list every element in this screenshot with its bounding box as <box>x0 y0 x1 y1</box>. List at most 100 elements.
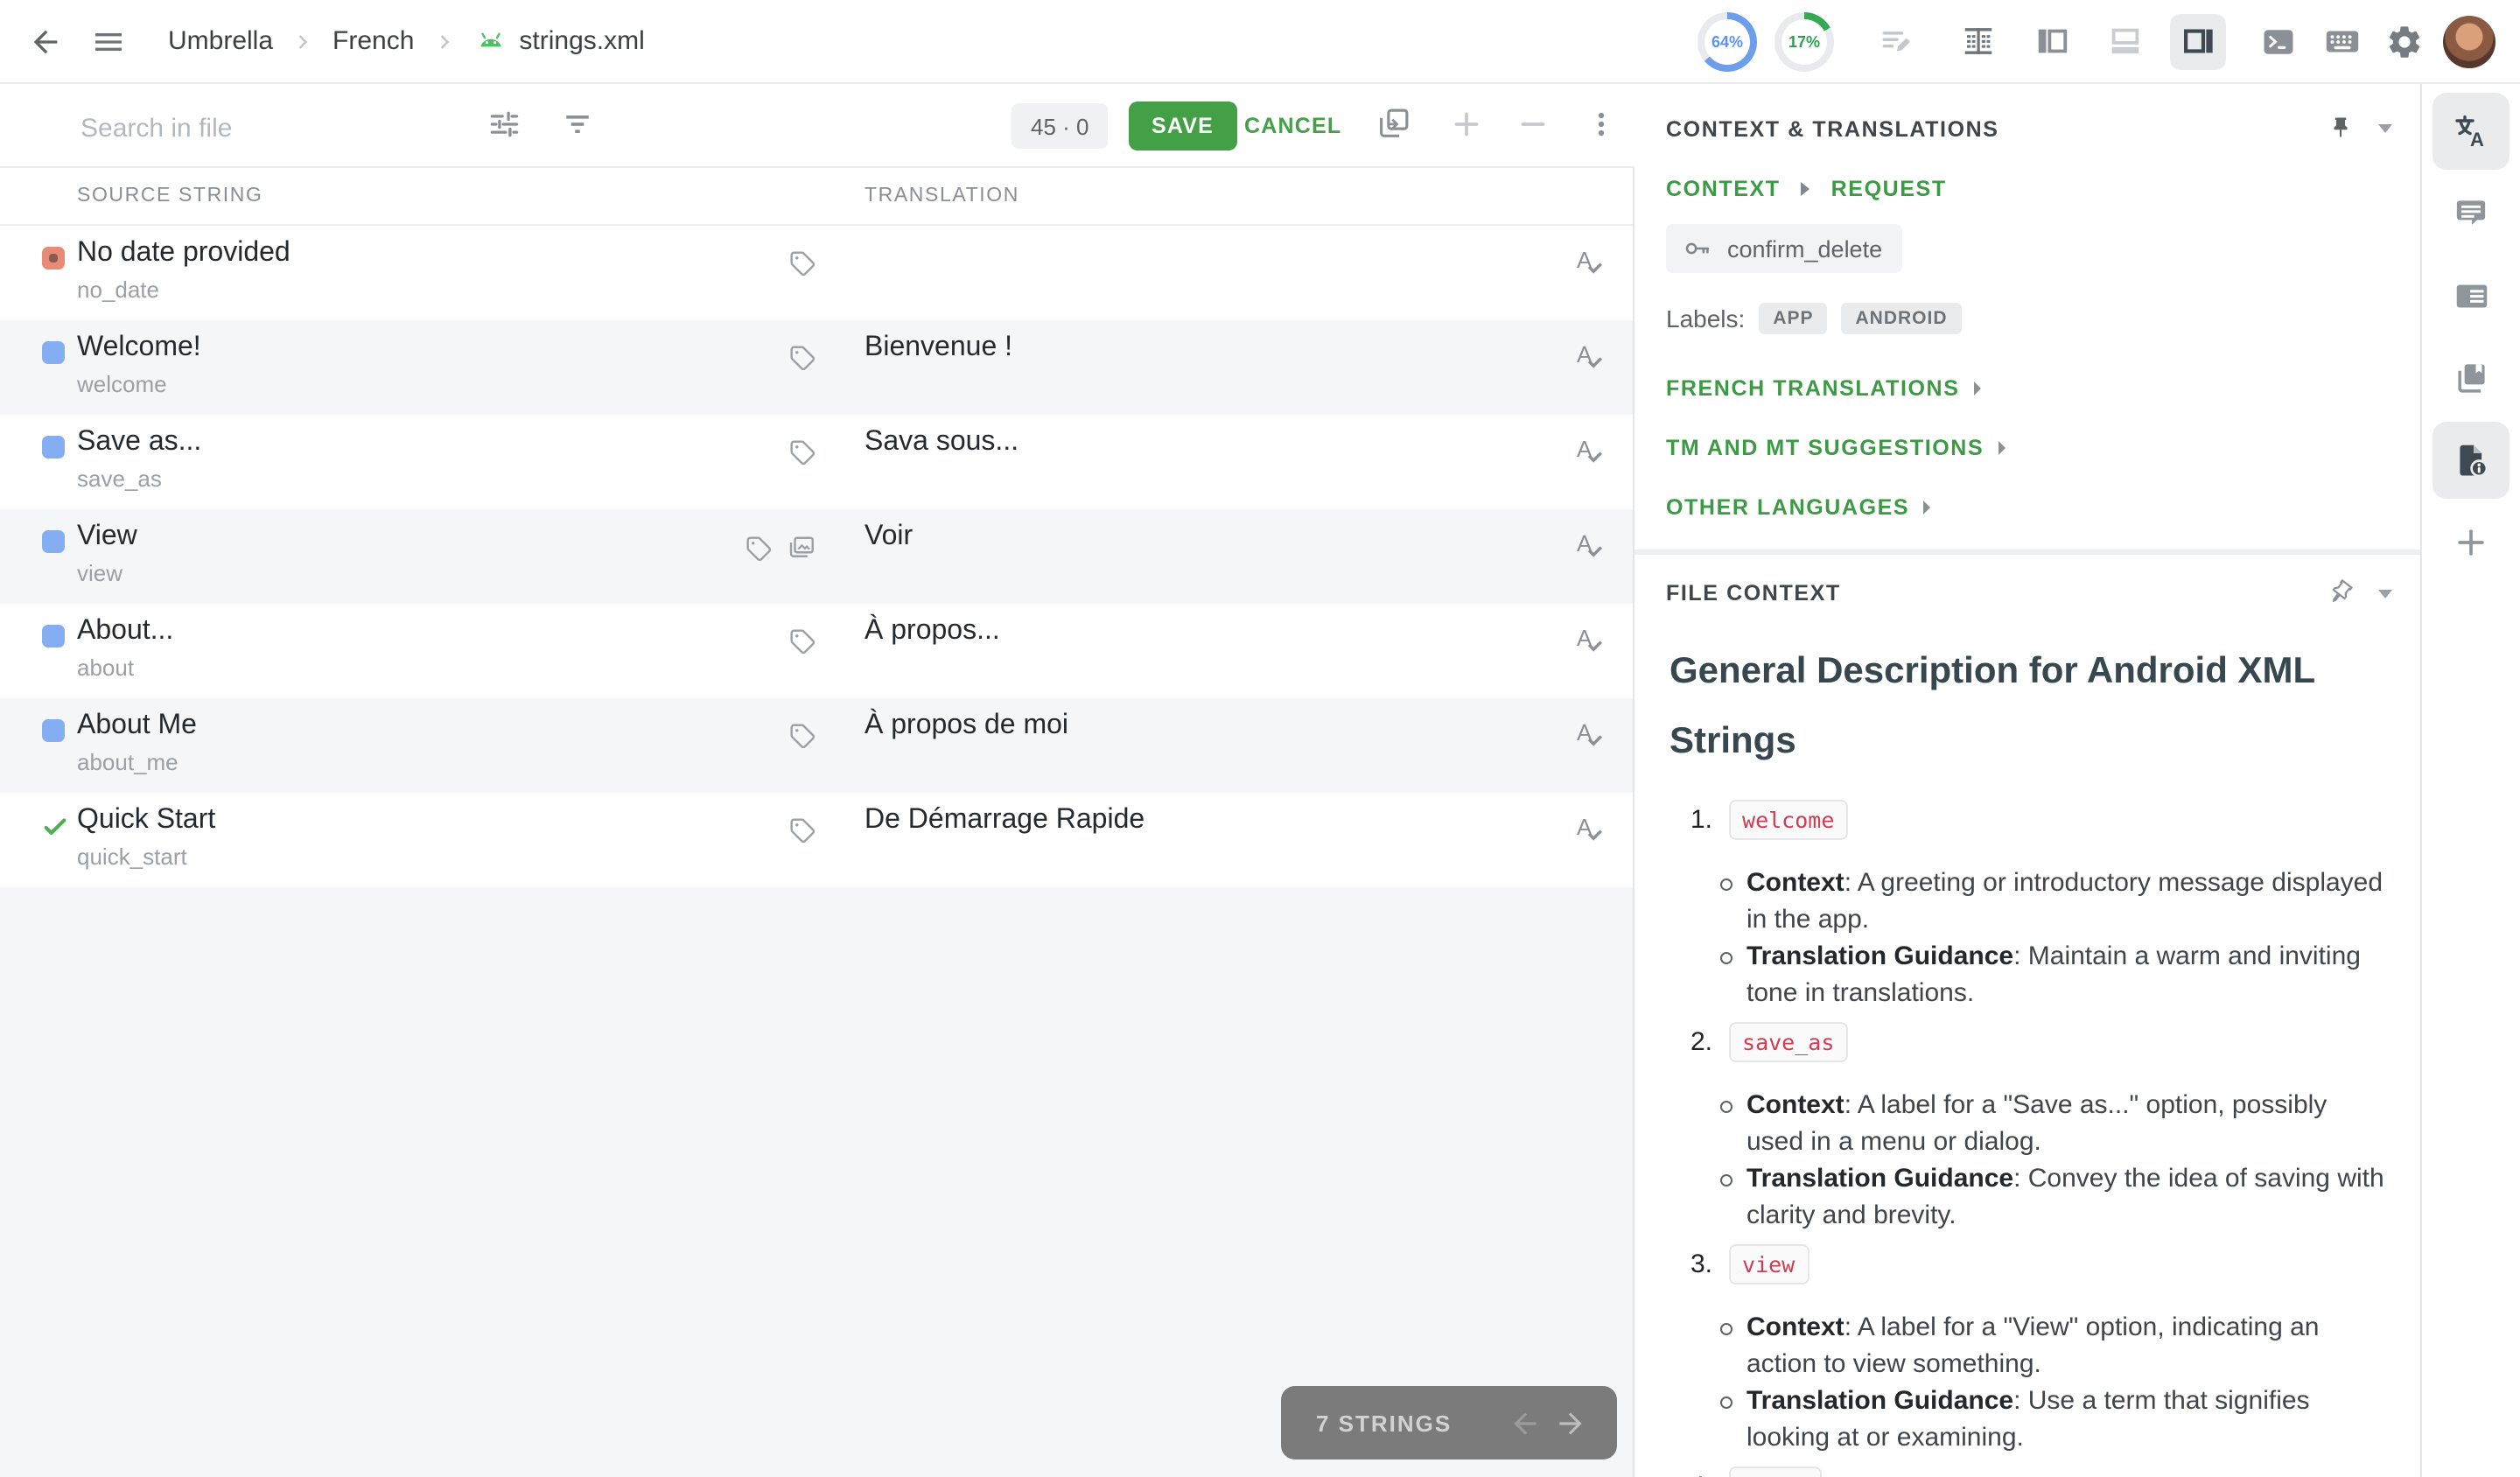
view-side-by-side-button[interactable] <box>2023 13 2079 69</box>
tag-icon[interactable] <box>788 626 817 656</box>
item-number: 3. <box>1690 1250 1712 1279</box>
tag-icon[interactable] <box>788 248 817 278</box>
top-bottom-view-icon <box>2106 23 2143 60</box>
cancel-button[interactable]: CANCEL <box>1230 102 1355 150</box>
tune-icon <box>486 107 522 142</box>
translated-percent: 64% <box>1698 11 1757 71</box>
arrow-right-icon <box>1553 1406 1586 1439</box>
spellcheck-button[interactable]: A <box>1572 528 1606 564</box>
table-row[interactable]: Quick Start quick_start De Démarrage Rap… <box>0 793 1633 887</box>
console-button[interactable] <box>2247 10 2310 73</box>
spellcheck-button[interactable]: A <box>1572 434 1606 469</box>
chevron-right-icon <box>1802 182 1810 196</box>
string-key: no_date <box>77 276 159 303</box>
doc-bullet: Translation Guidance: Use a term that si… <box>1746 1384 2389 1456</box>
remove-string-button[interactable] <box>1516 107 1550 142</box>
tag-icon[interactable] <box>744 533 774 563</box>
spellcheck-icon: A <box>1572 434 1606 469</box>
translated-progress-ring[interactable]: 64% <box>1698 11 1757 71</box>
section-label: OTHER LANGUAGES <box>1666 495 1909 520</box>
status-translated-icon <box>42 719 65 742</box>
save-button[interactable]: SAVE <box>1129 102 1236 150</box>
column-headers: SOURCE STRING TRANSLATION <box>0 168 1633 226</box>
tag-icon[interactable] <box>788 816 817 845</box>
rail-info-card-button[interactable] <box>2432 257 2510 334</box>
filter-button[interactable] <box>560 107 595 142</box>
doc-item: 2. save_as Context: A label for a "Save … <box>1670 1022 2389 1234</box>
table-row[interactable]: About Me about_me À propos de moi A <box>0 698 1633 793</box>
string-counter-badge: 45 · 0 <box>1012 103 1109 149</box>
spellcheck-button[interactable]: A <box>1572 340 1606 374</box>
source-string: No date provided <box>77 238 290 270</box>
strings-list: SOURCE STRING TRANSLATION No date provid… <box>0 168 1634 1477</box>
doc-item: 1. welcome Context: A greeting or introd… <box>1670 800 2389 1012</box>
section-tm-mt-suggestions[interactable]: TM AND MT SUGGESTIONS <box>1666 418 2389 478</box>
table-row[interactable]: View view Voir A <box>0 509 1633 604</box>
back-button[interactable] <box>14 10 77 73</box>
rail-comments-button[interactable] <box>2432 175 2510 252</box>
table-row[interactable]: Save as... save_as Sava sous... A <box>0 415 1633 509</box>
string-key: view <box>77 560 122 586</box>
breadcrumb-project[interactable]: Umbrella <box>168 26 273 56</box>
rail-translations-button[interactable]: A <box>2432 93 2510 170</box>
unpin-icon[interactable] <box>2320 574 2360 613</box>
draft-button[interactable] <box>1866 10 1928 73</box>
panel-icon-rail: A <box>2422 84 2520 1477</box>
spellcheck-button[interactable]: A <box>1572 812 1606 847</box>
bookmark-collection-icon <box>2452 359 2490 397</box>
tag-icon[interactable] <box>788 721 817 751</box>
view-top-bottom-button[interactable] <box>2096 13 2152 69</box>
screenshot-icon[interactable] <box>786 532 817 564</box>
pager-label: 7 STRINGS <box>1316 1410 1502 1436</box>
string-key-code: save_as <box>1728 1022 1848 1062</box>
rail-glossary-button[interactable] <box>2432 340 2510 416</box>
spellcheck-button[interactable]: A <box>1572 245 1606 280</box>
table-row[interactable]: About... about À propos... A <box>0 604 1633 698</box>
context-tabs: CONTEXT REQUEST <box>1634 142 2420 201</box>
table-view-icon <box>1959 23 1996 60</box>
table-row[interactable]: No date provided no_date A <box>0 226 1633 320</box>
string-key-chip[interactable]: confirm_delete <box>1666 224 1901 273</box>
doc-bullet: Translation Guidance: Convey the idea of… <box>1746 1162 2389 1234</box>
source-string: About... <box>77 616 173 648</box>
shortcuts-button[interactable] <box>2310 10 2373 73</box>
label-chip[interactable]: ANDROID <box>1842 303 1962 334</box>
table-row[interactable]: Welcome! welcome Bienvenue ! A <box>0 320 1633 415</box>
settings-button[interactable] <box>2373 10 2436 73</box>
section-french-translations[interactable]: FRENCH TRANSLATIONS <box>1666 359 2389 418</box>
user-avatar[interactable] <box>2443 15 2496 67</box>
rail-add-panel-button[interactable] <box>2432 504 2510 581</box>
tag-icon[interactable] <box>788 343 817 373</box>
section-other-languages[interactable]: OTHER LANGUAGES <box>1666 478 2389 537</box>
approved-progress-ring[interactable]: 17% <box>1774 11 1834 71</box>
breadcrumb-file[interactable]: strings.xml <box>473 24 644 58</box>
pager-prev-button[interactable] <box>1502 1400 1547 1446</box>
tab-request[interactable]: REQUEST <box>1831 177 1947 201</box>
spellcheck-button[interactable]: A <box>1572 623 1606 658</box>
string-key-code: view <box>1728 1244 1809 1284</box>
tab-context[interactable]: CONTEXT <box>1666 177 1781 201</box>
chevron-down-icon[interactable] <box>2378 589 2392 598</box>
view-table-button[interactable] <box>1950 13 2006 69</box>
chevron-down-icon[interactable] <box>2378 124 2392 133</box>
hamburger-icon <box>91 24 126 59</box>
translation-string: À propos... <box>864 616 1000 648</box>
label-chip[interactable]: APP <box>1759 303 1827 334</box>
pager-next-button[interactable] <box>1547 1400 1592 1446</box>
add-string-button[interactable] <box>1449 107 1484 142</box>
pin-icon[interactable] <box>2328 116 2354 142</box>
view-side-panel-button[interactable] <box>2170 13 2226 69</box>
more-options-button[interactable] <box>1584 107 1619 142</box>
tag-icon[interactable] <box>788 438 817 467</box>
search-input[interactable] <box>77 102 469 154</box>
breadcrumb-language[interactable]: French <box>332 26 414 56</box>
rail-file-context-button[interactable] <box>2432 422 2510 499</box>
copy-source-button[interactable] <box>1376 105 1412 142</box>
spellcheck-button[interactable]: A <box>1572 718 1606 752</box>
section-label: TM AND MT SUGGESTIONS <box>1666 436 1984 460</box>
advanced-filter-button[interactable] <box>486 107 522 142</box>
doc-bullet: Context: A greeting or introductory mess… <box>1746 866 2389 938</box>
menu-button[interactable] <box>77 10 140 73</box>
approved-percent: 17% <box>1774 11 1834 71</box>
file-context-title: FILE CONTEXT <box>1666 581 2326 606</box>
